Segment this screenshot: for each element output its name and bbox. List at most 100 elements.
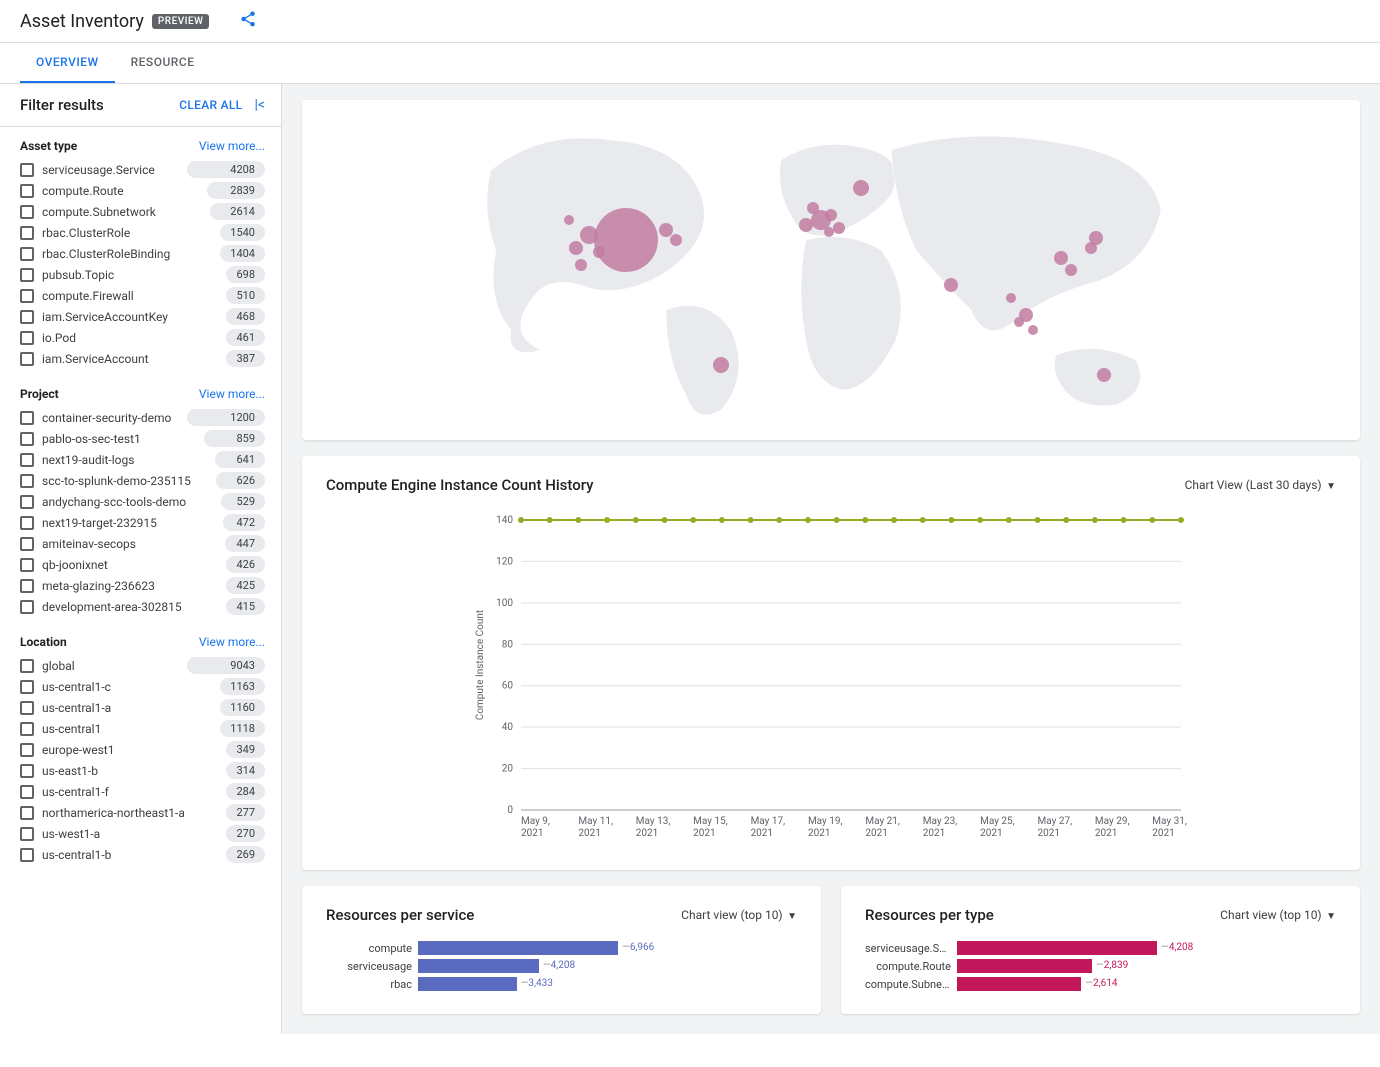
map-bubble[interactable]	[807, 202, 819, 214]
resources-per-type-dropdown[interactable]: Chart view (top 10) ▼	[1220, 908, 1336, 922]
facet-row[interactable]: next19-audit-logs 641	[20, 451, 265, 468]
facet-row[interactable]: iam.ServiceAccount 387	[20, 350, 265, 367]
checkbox[interactable]	[20, 163, 34, 177]
checkbox[interactable]	[20, 495, 34, 509]
facet-row[interactable]: us-central1-a 1160	[20, 699, 265, 716]
map-bubble[interactable]	[1065, 264, 1077, 276]
map-bubble[interactable]	[659, 223, 673, 237]
tab-resource[interactable]: RESOURCE	[115, 43, 211, 83]
facet-row[interactable]: container-security-demo 1200	[20, 409, 265, 426]
facet-row[interactable]: us-central1-f 284	[20, 783, 265, 800]
map-bubble[interactable]	[670, 234, 682, 246]
map-bubble[interactable]	[853, 180, 869, 196]
facet-row[interactable]: northamerica-northeast1-a 277	[20, 804, 265, 821]
svg-text:2021: 2021	[980, 828, 1002, 839]
checkbox[interactable]	[20, 310, 34, 324]
checkbox[interactable]	[20, 680, 34, 694]
checkbox[interactable]	[20, 600, 34, 614]
checkbox[interactable]	[20, 516, 34, 530]
checkbox[interactable]	[20, 848, 34, 862]
checkbox[interactable]	[20, 226, 34, 240]
checkbox[interactable]	[20, 827, 34, 841]
checkbox[interactable]	[20, 701, 34, 715]
facet-row[interactable]: us-west1-a 270	[20, 825, 265, 842]
facet-row[interactable]: andychang-scc-tools-demo 529	[20, 493, 265, 510]
facet-row[interactable]: us-central1-b 269	[20, 846, 265, 863]
checkbox[interactable]	[20, 184, 34, 198]
map-bubble[interactable]	[580, 226, 598, 244]
checkbox[interactable]	[20, 806, 34, 820]
map-bubble[interactable]	[1089, 231, 1103, 245]
checkbox[interactable]	[20, 352, 34, 366]
checkbox[interactable]	[20, 537, 34, 551]
checkbox[interactable]	[20, 722, 34, 736]
facet-row[interactable]: us-central1-c 1163	[20, 678, 265, 695]
checkbox[interactable]	[20, 579, 34, 593]
share-icon[interactable]	[239, 10, 257, 32]
checkbox[interactable]	[20, 743, 34, 757]
facet-row[interactable]: next19-target-232915 472	[20, 514, 265, 531]
instance-history-dropdown[interactable]: Chart View (Last 30 days) ▼	[1185, 478, 1336, 492]
map-bubble[interactable]	[944, 278, 958, 292]
facet-row[interactable]: qb-joonixnet 426	[20, 556, 265, 573]
facet-row[interactable]: global 9043	[20, 657, 265, 674]
map-bubble[interactable]	[1028, 325, 1038, 335]
checkbox[interactable]	[20, 247, 34, 261]
map-bubble[interactable]	[825, 209, 837, 221]
checkbox[interactable]	[20, 785, 34, 799]
facet-row[interactable]: pablo-os-sec-test1 859	[20, 430, 265, 447]
map-bubble[interactable]	[1014, 317, 1024, 327]
map-bubble[interactable]	[799, 218, 813, 232]
facet-row[interactable]: development-area-302815 415	[20, 598, 265, 615]
facet-row[interactable]: compute.Firewall 510	[20, 287, 265, 304]
facet-row[interactable]: amiteinav-secops 447	[20, 535, 265, 552]
checkbox[interactable]	[20, 659, 34, 673]
checkbox[interactable]	[20, 331, 34, 345]
resources-per-service-dropdown[interactable]: Chart view (top 10) ▼	[681, 908, 797, 922]
collapse-sidebar-icon[interactable]: |<	[254, 97, 265, 113]
bar-label: serviceusage.Se...	[865, 942, 957, 955]
checkbox[interactable]	[20, 268, 34, 282]
map-bubble[interactable]	[833, 222, 845, 234]
checkbox[interactable]	[20, 205, 34, 219]
checkbox[interactable]	[20, 289, 34, 303]
checkbox[interactable]	[20, 432, 34, 446]
checkbox[interactable]	[20, 764, 34, 778]
checkbox[interactable]	[20, 411, 34, 425]
facet-row[interactable]: us-east1-b 314	[20, 762, 265, 779]
map-bubble[interactable]	[593, 246, 605, 258]
view-more-link[interactable]: View more...	[199, 139, 265, 153]
bar-fill	[957, 941, 1157, 955]
checkbox[interactable]	[20, 558, 34, 572]
facet-label: scc-to-splunk-demo-235115	[42, 474, 216, 488]
tab-overview[interactable]: OVERVIEW	[20, 43, 115, 83]
map-bubble[interactable]	[824, 227, 834, 237]
facet-row[interactable]: us-central1 1118	[20, 720, 265, 737]
facet-row[interactable]: rbac.ClusterRoleBinding 1404	[20, 245, 265, 262]
facet-row[interactable]: compute.Route 2839	[20, 182, 265, 199]
svg-text:May 27,: May 27,	[1038, 816, 1073, 827]
view-more-link[interactable]: View more...	[199, 635, 265, 649]
clear-all-button[interactable]: CLEAR ALL	[179, 98, 242, 112]
map-bubble[interactable]	[1054, 251, 1068, 265]
facet-row[interactable]: io.Pod 461	[20, 329, 265, 346]
facet-row[interactable]: meta-glazing-236623 425	[20, 577, 265, 594]
map-bubble[interactable]	[575, 259, 587, 271]
checkbox[interactable]	[20, 453, 34, 467]
facet-row[interactable]: scc-to-splunk-demo-235115 626	[20, 472, 265, 489]
facet-row[interactable]: rbac.ClusterRole 1540	[20, 224, 265, 241]
facet-row[interactable]: compute.Subnetwork 2614	[20, 203, 265, 220]
facet-row[interactable]: europe-west1 349	[20, 741, 265, 758]
facet-row[interactable]: serviceusage.Service 4208	[20, 161, 265, 178]
map-bubble[interactable]	[1097, 368, 1111, 382]
checkbox[interactable]	[20, 474, 34, 488]
facet-row[interactable]: pubsub.Topic 698	[20, 266, 265, 283]
map-bubble[interactable]	[564, 215, 574, 225]
map-bubble[interactable]	[594, 208, 658, 272]
facet-label: iam.ServiceAccount	[42, 352, 226, 366]
view-more-link[interactable]: View more...	[199, 387, 265, 401]
facet-row[interactable]: iam.ServiceAccountKey 468	[20, 308, 265, 325]
map-bubble[interactable]	[1006, 293, 1016, 303]
map-bubble[interactable]	[569, 241, 583, 255]
map-bubble[interactable]	[713, 357, 729, 373]
